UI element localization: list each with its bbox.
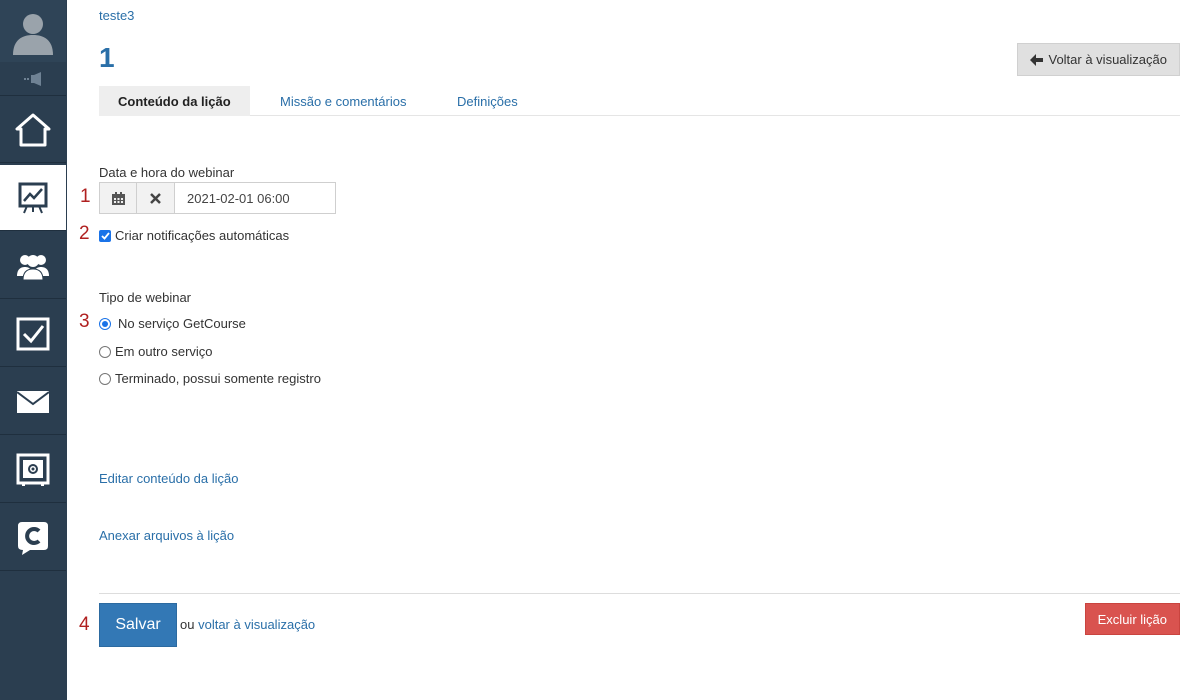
sidebar-item-home[interactable] bbox=[0, 97, 66, 163]
mail-icon bbox=[17, 390, 49, 413]
checkmark-icon bbox=[100, 231, 110, 240]
auto-notifications-checkbox-row[interactable]: Criar notificações automáticas bbox=[99, 228, 289, 243]
megaphone-icon bbox=[24, 71, 41, 86]
avatar-icon bbox=[13, 14, 53, 55]
auto-notifications-label: Criar notificações automáticas bbox=[115, 228, 290, 243]
radio-finished-label: Terminado, possui somente registro bbox=[115, 371, 321, 386]
sidebar-item-messages[interactable] bbox=[0, 369, 66, 435]
back-to-view-button[interactable]: Voltar à visualização bbox=[1017, 43, 1180, 76]
tabs: Conteúdo da lição Missão e comentários D… bbox=[99, 86, 1180, 116]
attach-files-link[interactable]: Anexar arquivos à lição bbox=[99, 528, 234, 543]
tab-mission-comments[interactable]: Missão e comentários bbox=[280, 86, 406, 116]
training-chart-icon bbox=[18, 182, 48, 213]
getcourse-logo-icon bbox=[18, 521, 48, 555]
delete-lesson-button[interactable]: Excluir lição bbox=[1084, 603, 1180, 635]
marker-1: 1 bbox=[80, 186, 91, 207]
webinar-type-option-getcourse[interactable]: No serviço GetCourse bbox=[99, 316, 246, 331]
sidebar-item-getcourse[interactable] bbox=[0, 505, 66, 571]
webinar-date-label: Data e hora do webinar bbox=[99, 165, 235, 180]
radio-other-service-label: Em outro serviço bbox=[115, 344, 213, 359]
webinar-type-label: Tipo de webinar bbox=[99, 290, 192, 305]
calendar-icon bbox=[111, 191, 125, 205]
marker-2: 2 bbox=[79, 223, 90, 244]
radio-getcourse-label: No serviço GetCourse bbox=[118, 316, 246, 331]
tab-lesson-content[interactable]: Conteúdo da lição bbox=[99, 86, 250, 116]
sidebar-item-settings[interactable] bbox=[0, 437, 66, 503]
users-icon bbox=[17, 254, 49, 280]
safe-settings-icon bbox=[16, 453, 50, 486]
back-to-view-link[interactable]: voltar à visualização bbox=[198, 617, 315, 632]
marker-3: 3 bbox=[79, 311, 90, 332]
webinar-type-option-finished[interactable]: Terminado, possui somente registro bbox=[99, 371, 321, 386]
arrow-left-icon bbox=[1030, 53, 1044, 66]
webinar-date-group bbox=[99, 182, 336, 214]
page-title: 1 bbox=[99, 42, 115, 73]
tab-settings[interactable]: Definições bbox=[457, 86, 518, 116]
sidebar bbox=[0, 0, 67, 700]
close-icon bbox=[150, 192, 161, 204]
divider bbox=[99, 593, 1180, 594]
sidebar-item-users[interactable] bbox=[0, 233, 66, 299]
avatar[interactable] bbox=[0, 0, 66, 62]
sidebar-item-training[interactable] bbox=[0, 165, 66, 231]
edit-lesson-content-link[interactable]: Editar conteúdo da lição bbox=[99, 471, 238, 486]
back-to-view-label: Voltar à visualização bbox=[1048, 52, 1167, 67]
auto-notifications-checkbox[interactable] bbox=[99, 229, 111, 242]
radio-finished[interactable] bbox=[99, 372, 111, 385]
or-text: ou bbox=[180, 617, 195, 632]
webinar-date-input[interactable] bbox=[175, 182, 336, 214]
sidebar-filler bbox=[0, 572, 66, 700]
save-button[interactable]: Salvar bbox=[99, 603, 177, 647]
tasks-checkbox-icon bbox=[16, 317, 50, 350]
app-root: 1 2 3 4 teste3 1 Voltar à visualização C… bbox=[0, 0, 1200, 700]
webinar-type-option-other[interactable]: Em outro serviço bbox=[99, 344, 213, 359]
or-text-group: ou voltar à visualização bbox=[180, 617, 315, 632]
sidebar-item-tasks[interactable] bbox=[0, 301, 66, 367]
calendar-button[interactable] bbox=[99, 182, 137, 214]
radio-other-service[interactable] bbox=[99, 345, 111, 358]
breadcrumb[interactable]: teste3 bbox=[99, 8, 134, 23]
marker-4: 4 bbox=[79, 614, 90, 635]
clear-date-button[interactable] bbox=[137, 182, 175, 214]
radio-getcourse[interactable] bbox=[99, 317, 111, 330]
notifications-button[interactable] bbox=[0, 62, 66, 96]
home-icon bbox=[15, 113, 51, 146]
